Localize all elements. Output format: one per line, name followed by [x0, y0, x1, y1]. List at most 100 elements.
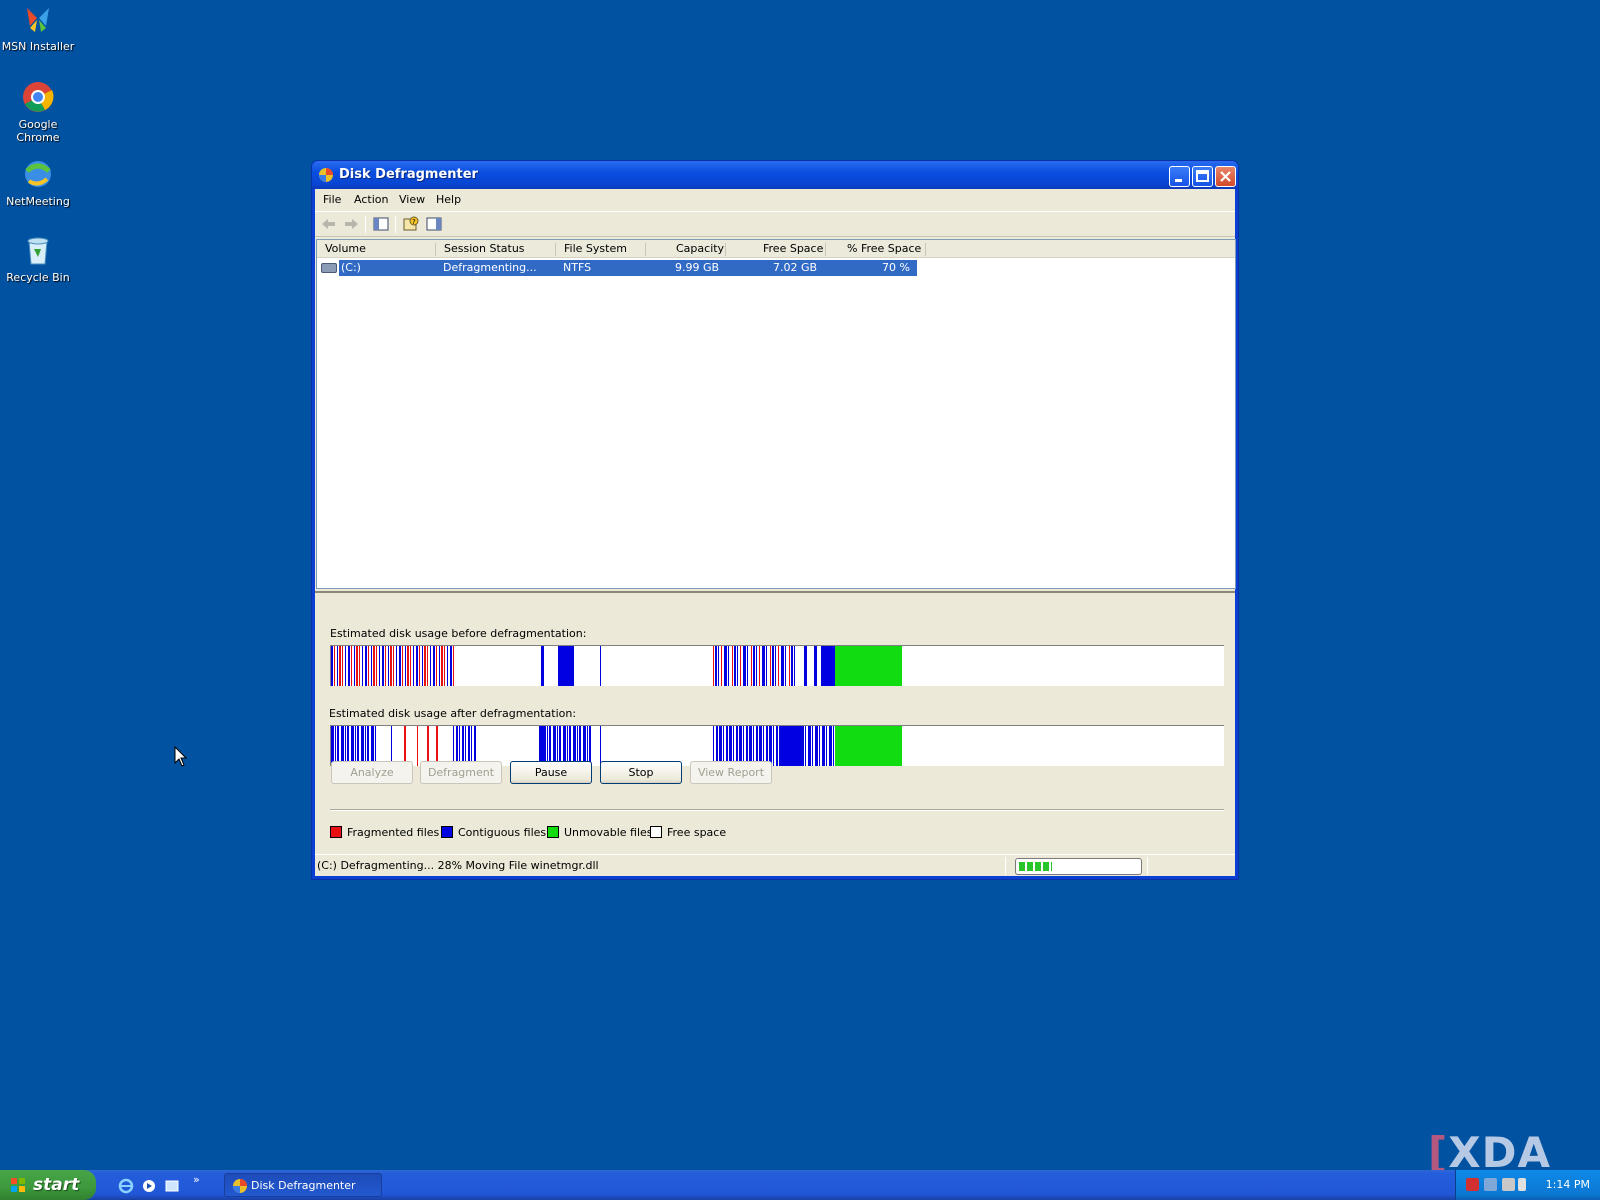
status-separator: [1147, 857, 1148, 875]
disk-cluster-segment: [753, 726, 754, 766]
disk-cluster-segment: [726, 726, 728, 766]
disk-cluster-segment: [733, 726, 734, 766]
column-capacity[interactable]: Capacity: [676, 242, 724, 255]
analyze-button[interactable]: Analyze: [331, 761, 413, 784]
column-session-status[interactable]: Session Status: [444, 242, 525, 255]
menu-view[interactable]: View: [399, 193, 425, 206]
close-button[interactable]: [1215, 166, 1236, 187]
mouse-cursor-icon: [174, 746, 188, 767]
volume-list[interactable]: Volume Session Status File System Capaci…: [316, 239, 1236, 589]
column-volume[interactable]: Volume: [325, 242, 366, 255]
disk-cluster-segment: [375, 726, 376, 766]
disk-cluster-segment: [402, 646, 403, 686]
disk-cluster-segment: [388, 646, 389, 686]
toolbar: ?: [315, 211, 1235, 237]
disk-cluster-segment: [756, 726, 758, 766]
disk-cluster-segment: [376, 646, 377, 686]
defragment-button[interactable]: Defragment: [420, 761, 502, 784]
disk-cluster-segment: [814, 646, 817, 686]
disk-cluster-segment: [367, 726, 369, 766]
disk-cluster-segment: [351, 646, 352, 686]
disk-cluster-segment: [361, 726, 364, 766]
internet-explorer-icon[interactable]: [118, 1178, 134, 1194]
disk-cluster-segment: [573, 726, 576, 766]
minimize-button[interactable]: [1169, 166, 1190, 187]
network-icon[interactable]: [1484, 1178, 1497, 1191]
disk-cluster-segment: [791, 646, 793, 686]
menu-help[interactable]: Help: [436, 193, 461, 206]
quick-launch-chevron-icon[interactable]: »: [193, 1173, 200, 1186]
column-file-system[interactable]: File System: [564, 242, 627, 255]
fragmented-swatch: [330, 826, 342, 838]
unmovable-swatch: [547, 826, 559, 838]
show-desktop-icon[interactable]: [164, 1178, 180, 1194]
forward-arrow-icon[interactable]: [342, 216, 360, 232]
show-action-pane-icon[interactable]: [425, 216, 443, 232]
desktop-icon-msn-installer[interactable]: MSN Installer: [0, 2, 76, 53]
start-button[interactable]: start: [0, 1170, 96, 1200]
desktop-icon-netmeeting[interactable]: NetMeeting: [0, 157, 76, 208]
disk-cluster-segment: [368, 646, 369, 686]
disk-cluster-segment: [734, 646, 736, 686]
taskbar: start » Disk Defragmenter 1:14 PM: [0, 1170, 1600, 1200]
maximize-button[interactable]: [1192, 166, 1213, 187]
taskbar-button-disk-defragmenter[interactable]: Disk Defragmenter: [224, 1173, 382, 1197]
menu-file[interactable]: File: [323, 193, 341, 206]
disk-cluster-segment: [345, 726, 346, 766]
stop-button[interactable]: Stop: [600, 761, 682, 784]
legend-free-space: Free space: [650, 826, 726, 839]
disk-cluster-segment: [393, 646, 394, 686]
disk-cluster-segment: [345, 646, 346, 686]
disk-cluster-segment: [804, 646, 807, 686]
disk-cluster-segment: [715, 646, 717, 686]
volume-row-c[interactable]: (C:) Defragmenting... NTFS 9.99 GB 7.02 …: [321, 260, 921, 276]
disk-cluster-segment: [549, 726, 551, 766]
defrag-app-icon: [233, 1179, 247, 1193]
disk-cluster-segment: [805, 726, 806, 766]
help-icon[interactable]: ?: [402, 216, 420, 232]
menu-bar: File Action View Help: [315, 189, 1235, 211]
disk-cluster-segment: [759, 646, 760, 686]
msn-butterfly-icon: [21, 2, 55, 36]
hard-drive-icon: [321, 263, 337, 273]
media-player-icon[interactable]: [141, 1178, 157, 1194]
disk-cluster-segment: [812, 726, 813, 766]
disk-cluster-segment: [769, 726, 772, 766]
disk-cluster-segment: [362, 646, 363, 686]
defrag-progress-bar: [1015, 858, 1142, 875]
title-bar[interactable]: Disk Defragmenter: [312, 161, 1238, 189]
disk-cluster-segment: [373, 646, 375, 686]
disk-cluster-segment: [762, 646, 765, 686]
pause-button[interactable]: Pause: [510, 761, 592, 784]
disk-cluster-segment: [778, 646, 779, 686]
netmeeting-icon: [21, 157, 55, 191]
column-free-space[interactable]: Free Space: [763, 242, 823, 255]
menu-action[interactable]: Action: [354, 193, 388, 206]
disk-cluster-segment: [587, 726, 588, 766]
disk-cluster-segment: [808, 726, 811, 766]
security-shield-icon[interactable]: [1466, 1178, 1479, 1191]
volume-icon[interactable]: [1502, 1178, 1515, 1191]
column-divider: [825, 243, 826, 256]
view-report-button[interactable]: View Report: [690, 761, 772, 784]
disk-cluster-segment: [334, 646, 335, 686]
show-hide-tree-icon[interactable]: [372, 216, 390, 232]
cell-volume: (C:): [341, 261, 361, 274]
desktop-icon-google-chrome[interactable]: Google Chrome: [0, 80, 76, 144]
disk-cluster-segment: [407, 646, 409, 686]
back-arrow-icon[interactable]: [320, 216, 338, 232]
after-defrag-usage-bar: [330, 725, 1224, 766]
disk-cluster-segment: [772, 646, 774, 686]
toolbar-separator: [395, 216, 396, 233]
legend-unmovable: Unmovable files: [547, 826, 653, 839]
column-percent-free-space[interactable]: % Free Space: [847, 242, 921, 255]
legend-label: Unmovable files: [564, 826, 653, 839]
desktop-icon-recycle-bin[interactable]: Recycle Bin: [0, 233, 76, 284]
clock[interactable]: 1:14 PM: [1546, 1178, 1590, 1191]
disk-cluster-segment: [427, 646, 428, 686]
disk-cluster-segment: [450, 646, 452, 686]
battery-icon[interactable]: [1518, 1178, 1526, 1191]
disk-cluster-segment: [756, 646, 757, 686]
disk-cluster-segment: [835, 646, 902, 686]
disk-cluster-segment: [569, 726, 571, 766]
